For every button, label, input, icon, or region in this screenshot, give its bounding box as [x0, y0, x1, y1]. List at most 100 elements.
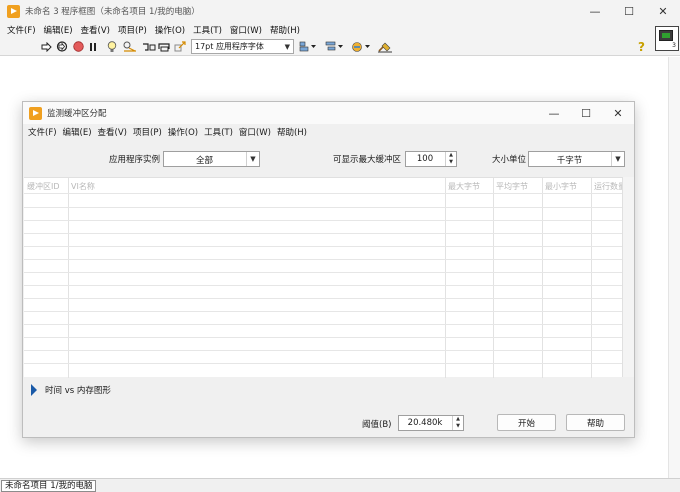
max-buffers-stepper[interactable]: 100 ▲ ▼ — [405, 151, 457, 167]
column-vi-name[interactable]: VI名称 — [71, 181, 421, 192]
row-divider — [24, 193, 622, 194]
dialog-menu-project[interactable]: 项目(P) — [131, 126, 166, 138]
distribute-objects-icon[interactable] — [325, 40, 344, 53]
table-vertical-scrollbar[interactable] — [622, 177, 634, 377]
column-max-bytes[interactable]: 最大字节 — [448, 181, 494, 192]
abort-icon[interactable] — [72, 40, 84, 53]
size-unit-value: 千字节 — [556, 156, 583, 166]
column-run-count[interactable]: 运行数量 — [594, 181, 622, 192]
align-objects-icon[interactable] — [299, 40, 317, 53]
main-window-title: 未命名 3 程序框图（未命名项目 1/我的电脑） — [25, 7, 200, 17]
chevron-down-icon: ▼ — [284, 42, 290, 51]
increment-icon[interactable]: ▲ — [446, 152, 456, 159]
retain-wire-values-icon[interactable] — [123, 40, 137, 53]
dialog-menu-view[interactable]: 查看(V) — [96, 126, 131, 138]
highlight-execution-icon[interactable] — [106, 40, 118, 53]
column-divider — [493, 178, 494, 378]
menu-file[interactable]: 文件(F) — [4, 24, 41, 36]
memory-graph-label: 时间 vs 内存图形 — [45, 386, 111, 396]
minimize-button[interactable]: — — [578, 0, 612, 22]
row-divider — [24, 285, 622, 286]
threshold-value: 20.480k — [407, 418, 443, 428]
table-header: 缓冲区ID VI名称 最大字节 平均字节 最小字节 运行数量 — [24, 178, 622, 193]
dialog-menu-help[interactable]: 帮助(H) — [275, 126, 311, 138]
memory-graph-toggle[interactable]: 时间 vs 内存图形 — [31, 384, 111, 396]
increment-icon[interactable]: ▲ — [453, 416, 463, 423]
reorder-icon[interactable] — [351, 40, 371, 53]
max-buffers-spin[interactable]: ▲ ▼ — [445, 152, 456, 166]
labview-app-icon — [29, 106, 42, 120]
column-min-bytes[interactable]: 最小字节 — [545, 181, 589, 192]
menu-window[interactable]: 窗口(W) — [227, 24, 267, 36]
menu-tools[interactable]: 工具(T) — [190, 24, 227, 36]
close-button[interactable]: ✕ — [646, 0, 680, 22]
font-select[interactable]: 17pt 应用程序字体 ▼ — [191, 39, 294, 54]
row-divider — [24, 311, 622, 312]
max-buffers-value: 100 — [416, 154, 434, 164]
column-divider — [542, 178, 543, 378]
start-button[interactable]: 开始 — [497, 414, 556, 431]
row-divider — [24, 350, 622, 351]
font-select-value: 17pt 应用程序字体 — [195, 42, 264, 51]
step-out-icon[interactable] — [174, 40, 187, 53]
chevron-down-icon: ▼ — [246, 152, 259, 166]
pause-icon[interactable] — [87, 40, 99, 53]
menu-view[interactable]: 查看(V) — [78, 24, 115, 36]
row-divider — [24, 363, 622, 364]
expand-arrow-icon[interactable] — [31, 384, 37, 396]
dialog-menubar: 文件(F) 编辑(E) 查看(V) 项目(P) 操作(O) 工具(T) 窗口(W… — [23, 124, 634, 140]
step-over-icon[interactable] — [158, 40, 171, 53]
dialog-menu-tools[interactable]: 工具(T) — [202, 126, 237, 138]
vi-icon-screen — [659, 30, 673, 41]
status-bar: 未命名项目 1/我的电脑 — [0, 478, 680, 492]
threshold-stepper[interactable]: 20.480k ▲ ▼ — [398, 415, 464, 431]
row-divider — [24, 220, 622, 221]
run-continuous-icon[interactable] — [55, 40, 68, 53]
menu-help[interactable]: 帮助(H) — [267, 24, 305, 36]
vi-icon[interactable]: 3 — [655, 26, 679, 51]
menu-project[interactable]: 项目(P) — [115, 24, 152, 36]
row-divider — [24, 207, 622, 208]
dialog-minimize-button[interactable]: — — [538, 102, 570, 124]
column-avg-bytes[interactable]: 平均字节 — [496, 181, 542, 192]
dialog-title-bar: 监测缓冲区分配 — ☐ ✕ — [23, 102, 634, 124]
dialog-menu-edit[interactable]: 编辑(E) — [61, 126, 96, 138]
app-instance-label: 应用程序实例 — [109, 155, 161, 165]
size-unit-select[interactable]: 千字节 ▼ — [528, 151, 625, 167]
row-divider — [24, 233, 622, 234]
menu-operate[interactable]: 操作(O) — [152, 24, 190, 36]
vi-icon-number: 3 — [672, 42, 676, 49]
dialog-close-button[interactable]: ✕ — [602, 102, 634, 124]
row-divider — [24, 298, 622, 299]
column-divider — [445, 178, 446, 378]
clean-up-diagram-icon[interactable] — [377, 40, 393, 53]
dialog-menu-operate[interactable]: 操作(O) — [166, 126, 202, 138]
column-divider — [68, 178, 69, 378]
main-vertical-scrollbar[interactable] — [668, 57, 680, 478]
dialog-menu-file[interactable]: 文件(F) — [26, 126, 61, 138]
decrement-icon[interactable]: ▼ — [446, 159, 456, 166]
dialog-menu-window[interactable]: 窗口(W) — [237, 126, 275, 138]
main-menubar: 文件(F) 编辑(E) 查看(V) 项目(P) 操作(O) 工具(T) 窗口(W… — [0, 22, 680, 38]
row-divider — [24, 272, 622, 273]
context-help-icon[interactable]: ? — [638, 40, 645, 54]
help-button[interactable]: 帮助 — [566, 414, 625, 431]
row-divider — [24, 337, 622, 338]
labview-app-icon — [7, 4, 20, 18]
step-into-icon[interactable] — [142, 40, 156, 53]
project-context-label: 未命名项目 1/我的电脑 — [1, 480, 97, 492]
threshold-spin[interactable]: ▲ ▼ — [452, 416, 463, 430]
buffer-table[interactable]: 缓冲区ID VI名称 最大字节 平均字节 最小字节 运行数量 — [24, 177, 622, 378]
decrement-icon[interactable]: ▼ — [453, 423, 463, 430]
app-instance-value: 全部 — [195, 156, 213, 166]
dialog-maximize-button[interactable]: ☐ — [570, 102, 602, 124]
main-toolbar: 17pt 应用程序字体 ▼ — [0, 38, 680, 56]
app-instance-select[interactable]: 全部 ▼ — [163, 151, 260, 167]
row-divider — [24, 324, 622, 325]
column-buffer-id[interactable]: 缓冲区ID — [27, 181, 67, 192]
max-buffers-label: 可显示最大缓冲区 — [333, 155, 402, 165]
run-arrow-icon[interactable] — [40, 40, 52, 53]
maximize-button[interactable]: ☐ — [612, 0, 646, 22]
menu-edit[interactable]: 编辑(E) — [41, 24, 78, 36]
row-divider — [24, 259, 622, 260]
